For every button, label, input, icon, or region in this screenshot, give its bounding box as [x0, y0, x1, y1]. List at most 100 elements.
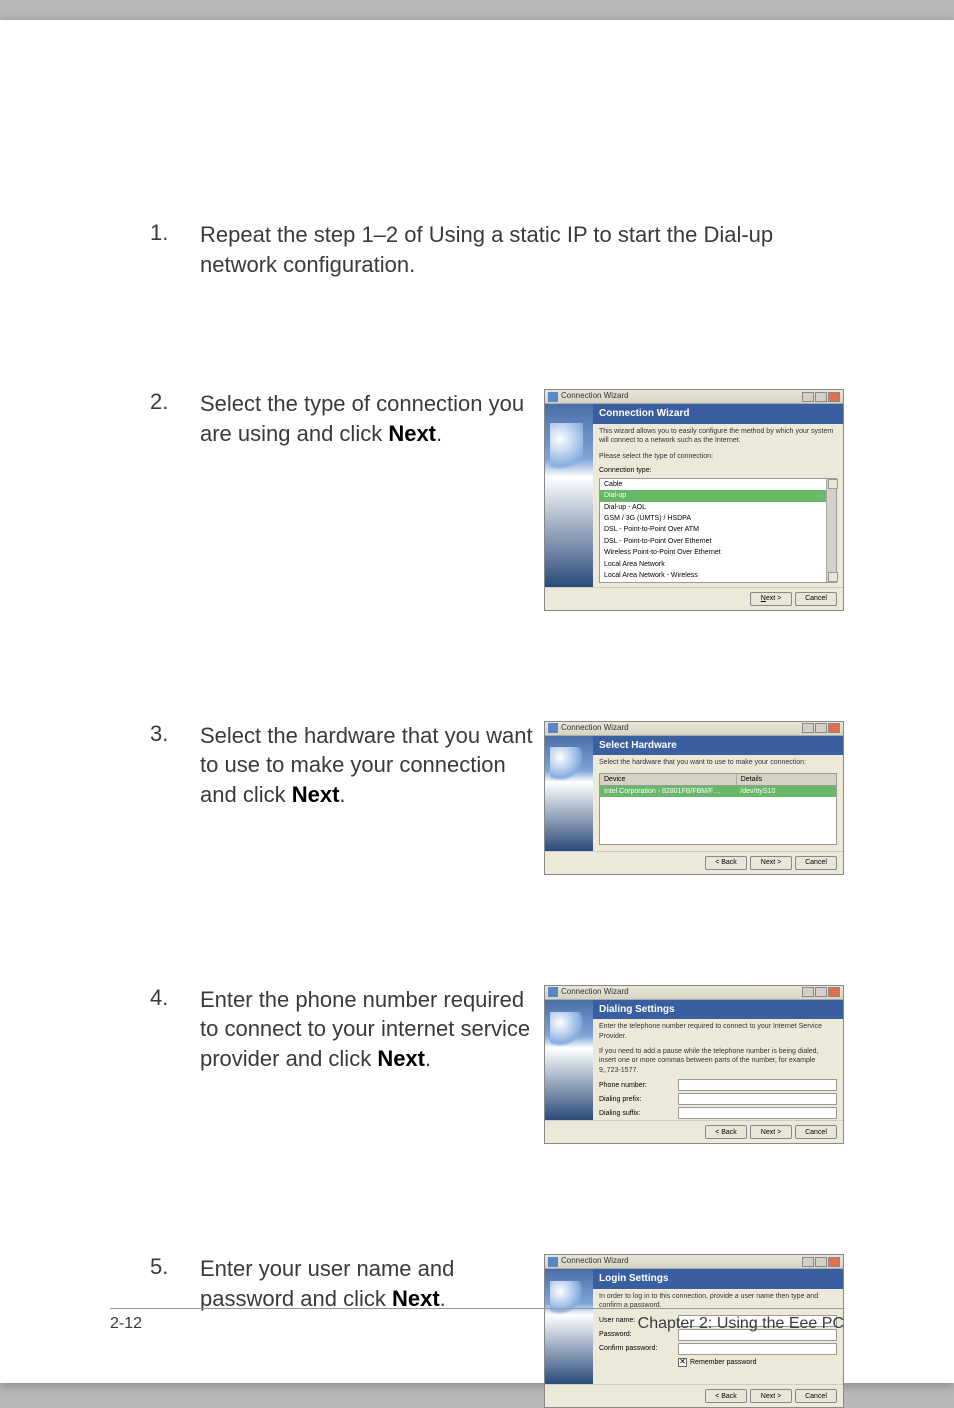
- wizard-header: Login Settings: [593, 1269, 843, 1289]
- step-text: Repeat the step 1–2 of Using a static IP…: [200, 222, 773, 277]
- dialing-settings-dialog: Connection Wizard Dialing Settings Enter…: [544, 985, 844, 1145]
- window-titlebar: Connection Wizard: [545, 722, 843, 736]
- close-button[interactable]: [828, 1257, 840, 1267]
- window-buttons: [802, 1257, 840, 1267]
- dialing-suffix-row: Dialing suffix:: [593, 1106, 843, 1120]
- maximize-button[interactable]: [815, 987, 827, 997]
- step-3: 3. Select the hardware that you want to …: [150, 721, 844, 875]
- close-button[interactable]: [828, 723, 840, 733]
- wizard-intro: This wizard allows you to easily configu…: [593, 424, 843, 449]
- close-button[interactable]: [828, 987, 840, 997]
- window-titlebar: Connection Wizard: [545, 1255, 843, 1269]
- app-icon: [548, 987, 558, 997]
- remember-password-label: Remember password: [690, 1358, 757, 1367]
- cancel-button[interactable]: Cancel: [795, 856, 837, 870]
- window-titlebar: Connection Wizard: [545, 390, 843, 404]
- app-icon: [548, 723, 558, 733]
- window-title: Connection Wizard: [561, 391, 629, 402]
- page: 1. Repeat the step 1–2 of Using a static…: [0, 20, 954, 1383]
- wizard-intro: Select the hardware that you want to use…: [593, 755, 843, 770]
- wizard-sidebar-image: [545, 1000, 593, 1121]
- close-button[interactable]: [828, 392, 840, 402]
- window-title: Connection Wizard: [561, 987, 629, 998]
- table-row[interactable]: Intel Corporation - 82801FB/FBM/F… /dev/…: [600, 786, 836, 797]
- window-title: Connection Wizard: [561, 1256, 629, 1267]
- step-2: 2. Select the type of connection you are…: [150, 389, 844, 610]
- wizard-header: Connection Wizard: [593, 404, 843, 424]
- confirm-password-label: Confirm password:: [599, 1344, 674, 1353]
- dialing-suffix-input[interactable]: [678, 1107, 837, 1119]
- window-buttons: [802, 723, 840, 733]
- list-item[interactable]: Dial-up: [600, 490, 836, 501]
- wizard-hint: If you need to add a pause while the tel…: [593, 1044, 843, 1078]
- back-button[interactable]: < Back: [705, 1389, 747, 1403]
- cell-device: Intel Corporation - 82801FB/FBM/F…: [600, 786, 736, 797]
- back-button[interactable]: < Back: [705, 856, 747, 870]
- select-hardware-dialog: Connection Wizard Select Hardware Select…: [544, 721, 844, 875]
- wizard-sidebar-image: [545, 736, 593, 851]
- step-body: Repeat the step 1–2 of Using a static IP…: [200, 220, 844, 279]
- window-titlebar: Connection Wizard: [545, 986, 843, 1000]
- step-text: Enter the phone number required to conne…: [200, 985, 534, 1074]
- col-details: Details: [737, 774, 836, 785]
- list-item[interactable]: Local Area Network: [600, 559, 836, 570]
- step-text: Enter your user name and password and cl…: [200, 1254, 534, 1313]
- dialing-prefix-row: Dialing prefix:: [593, 1092, 843, 1106]
- connection-type-list[interactable]: Cable Dial-up Dial-up - AOL GSM / 3G (UM…: [599, 478, 837, 583]
- phone-number-row: Phone number:: [593, 1078, 843, 1092]
- maximize-button[interactable]: [815, 392, 827, 402]
- minimize-button[interactable]: [802, 987, 814, 997]
- hardware-table-header: Device Details: [599, 773, 837, 785]
- minimize-button[interactable]: [802, 1257, 814, 1267]
- wizard-header: Select Hardware: [593, 736, 843, 756]
- chapter-title: Chapter 2: Using the Eee PC: [638, 1315, 844, 1333]
- phone-number-input[interactable]: [678, 1079, 837, 1091]
- step-number: 1.: [150, 220, 200, 246]
- wizard-please: Please select the type of connection:: [593, 449, 843, 464]
- window-buttons: [802, 987, 840, 997]
- list-item[interactable]: Cable: [600, 479, 836, 490]
- wizard-header: Dialing Settings: [593, 1000, 843, 1020]
- dialing-prefix-label: Dialing prefix:: [599, 1095, 674, 1104]
- cancel-button[interactable]: Cancel: [795, 592, 837, 606]
- col-device: Device: [600, 774, 737, 785]
- step-number: 4.: [150, 985, 200, 1011]
- step-4: 4. Enter the phone number required to co…: [150, 985, 844, 1145]
- next-button[interactable]: Next >: [750, 1125, 792, 1139]
- steps-list: 1. Repeat the step 1–2 of Using a static…: [150, 220, 844, 1408]
- page-footer: 2-12 Chapter 2: Using the Eee PC: [110, 1308, 844, 1333]
- confirm-password-input[interactable]: [678, 1343, 837, 1355]
- step-number: 2.: [150, 389, 200, 415]
- list-item[interactable]: DSL - Point-to-Point Over ATM: [600, 524, 836, 535]
- list-item[interactable]: Dial-up - AOL: [600, 502, 836, 513]
- remember-password-row: ✕ Remember password: [593, 1356, 843, 1369]
- list-item[interactable]: GSM / 3G (UMTS) / HSDPA: [600, 513, 836, 524]
- next-button[interactable]: Next >: [750, 592, 792, 606]
- phone-number-label: Phone number:: [599, 1081, 674, 1090]
- next-button[interactable]: Next >: [750, 1389, 792, 1403]
- step-1: 1. Repeat the step 1–2 of Using a static…: [150, 220, 844, 279]
- list-item[interactable]: DSL - Point-to-Point Over Ethernet: [600, 536, 836, 547]
- window-buttons: [802, 392, 840, 402]
- minimize-button[interactable]: [802, 723, 814, 733]
- confirm-password-row: Confirm password:: [593, 1342, 843, 1356]
- hardware-table[interactable]: Intel Corporation - 82801FB/FBM/F… /dev/…: [599, 785, 837, 845]
- remember-password-checkbox[interactable]: ✕: [678, 1358, 687, 1367]
- minimize-button[interactable]: [802, 392, 814, 402]
- maximize-button[interactable]: [815, 723, 827, 733]
- list-item[interactable]: Local Area Network - Wireless: [600, 570, 836, 581]
- next-button[interactable]: Next >: [750, 856, 792, 870]
- dialing-prefix-input[interactable]: [678, 1093, 837, 1105]
- connection-type-label: Connection type:: [593, 464, 843, 475]
- app-icon: [548, 392, 558, 402]
- dialing-suffix-label: Dialing suffix:: [599, 1109, 674, 1118]
- step-number: 3.: [150, 721, 200, 747]
- step-text: Select the type of connection you are us…: [200, 389, 534, 448]
- window-title: Connection Wizard: [561, 723, 629, 734]
- back-button[interactable]: < Back: [705, 1125, 747, 1139]
- scrollbar[interactable]: [826, 479, 836, 582]
- cancel-button[interactable]: Cancel: [795, 1389, 837, 1403]
- cancel-button[interactable]: Cancel: [795, 1125, 837, 1139]
- list-item[interactable]: Wireless Point-to-Point Over Ethernet: [600, 547, 836, 558]
- maximize-button[interactable]: [815, 1257, 827, 1267]
